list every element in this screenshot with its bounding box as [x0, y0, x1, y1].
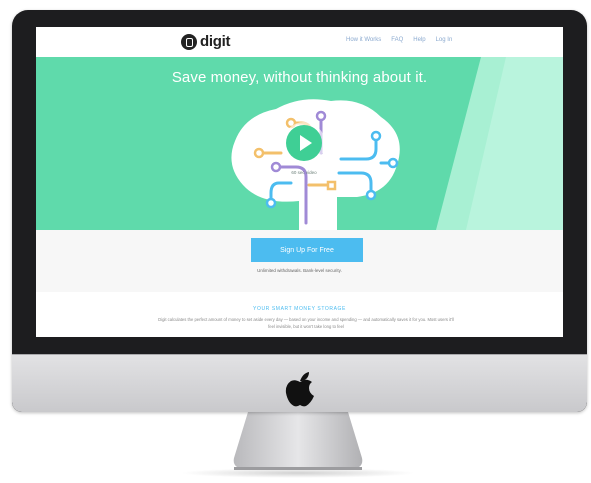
logo-icon — [181, 33, 197, 50]
video-length-label: 60 sec video — [291, 170, 317, 175]
signup-section: Sign Up For Free Unlimited withdrawals. … — [36, 230, 563, 292]
hero-section: Save money, without thinking about it. 6… — [36, 57, 563, 230]
nav-link-how-it-works[interactable]: How it Works — [346, 37, 381, 43]
imac-stand — [233, 412, 363, 470]
info-heading: YOUR SMART MONEY STORAGE — [253, 306, 346, 312]
logo-text: digit — [200, 33, 231, 50]
digit-logo[interactable]: digit — [181, 33, 230, 50]
signup-subtext: Unlimited withdrawals. Bank-level securi… — [257, 268, 342, 273]
nav-link-log-in[interactable]: Log In — [436, 37, 453, 43]
website-screen: digit How it Works FAQ Help Log In Save … — [36, 27, 563, 337]
nav-link-help[interactable]: Help — [413, 37, 425, 43]
sign-up-button[interactable]: Sign Up For Free — [251, 238, 363, 262]
info-body: Digit calculates the perfect amount of m… — [158, 317, 454, 329]
info-section: YOUR SMART MONEY STORAGE Digit calculate… — [36, 292, 563, 337]
nav-links: How it Works FAQ Help Log In — [346, 37, 452, 43]
imac-display: digit How it Works FAQ Help Log In Save … — [12, 10, 587, 412]
top-nav: digit How it Works FAQ Help Log In — [36, 27, 563, 57]
apple-logo-icon — [285, 372, 314, 407]
play-video-button[interactable] — [286, 125, 322, 161]
brain-illustration — [231, 99, 400, 230]
nav-link-faq[interactable]: FAQ — [391, 37, 403, 43]
hero-title: Save money, without thinking about it. — [171, 69, 428, 86]
imac-chin — [12, 354, 587, 412]
